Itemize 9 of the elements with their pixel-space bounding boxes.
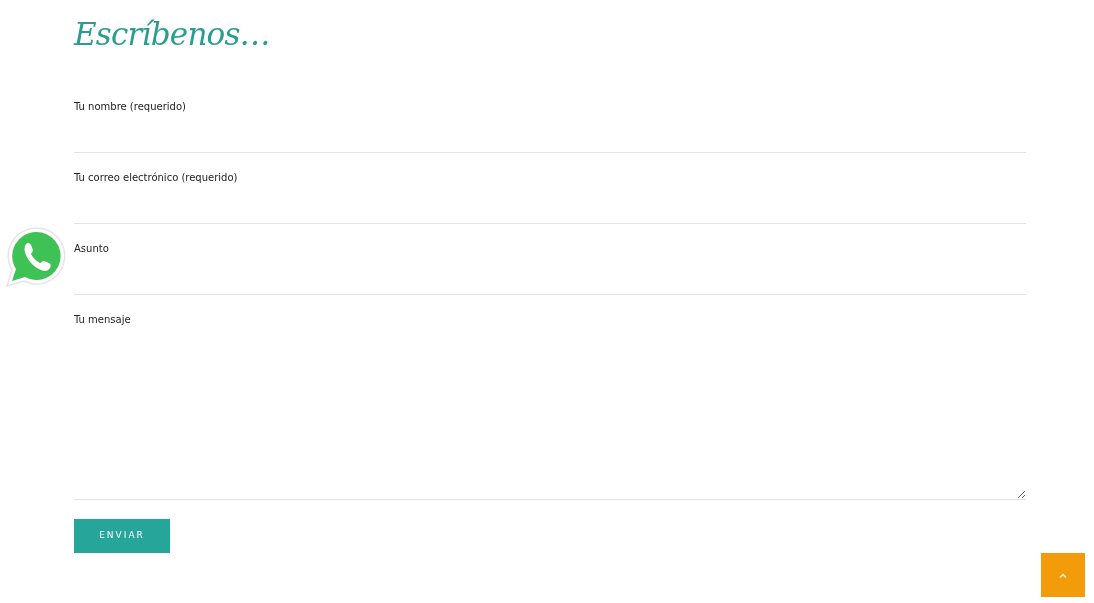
- field-label: Tu mensaje: [74, 313, 131, 327]
- submit-button[interactable]: ENVIAR: [74, 519, 170, 553]
- field-label: Tu nombre (requerido): [74, 100, 186, 114]
- caret-up-icon: [1059, 572, 1067, 578]
- field-label: Tu correo electrónico (requerido): [74, 171, 238, 185]
- field-label: Asunto: [74, 242, 109, 256]
- back-to-top-button[interactable]: [1041, 553, 1085, 597]
- chat-icon[interactable]: [4, 225, 68, 289]
- page-heading: Escríbenos…: [74, 15, 270, 54]
